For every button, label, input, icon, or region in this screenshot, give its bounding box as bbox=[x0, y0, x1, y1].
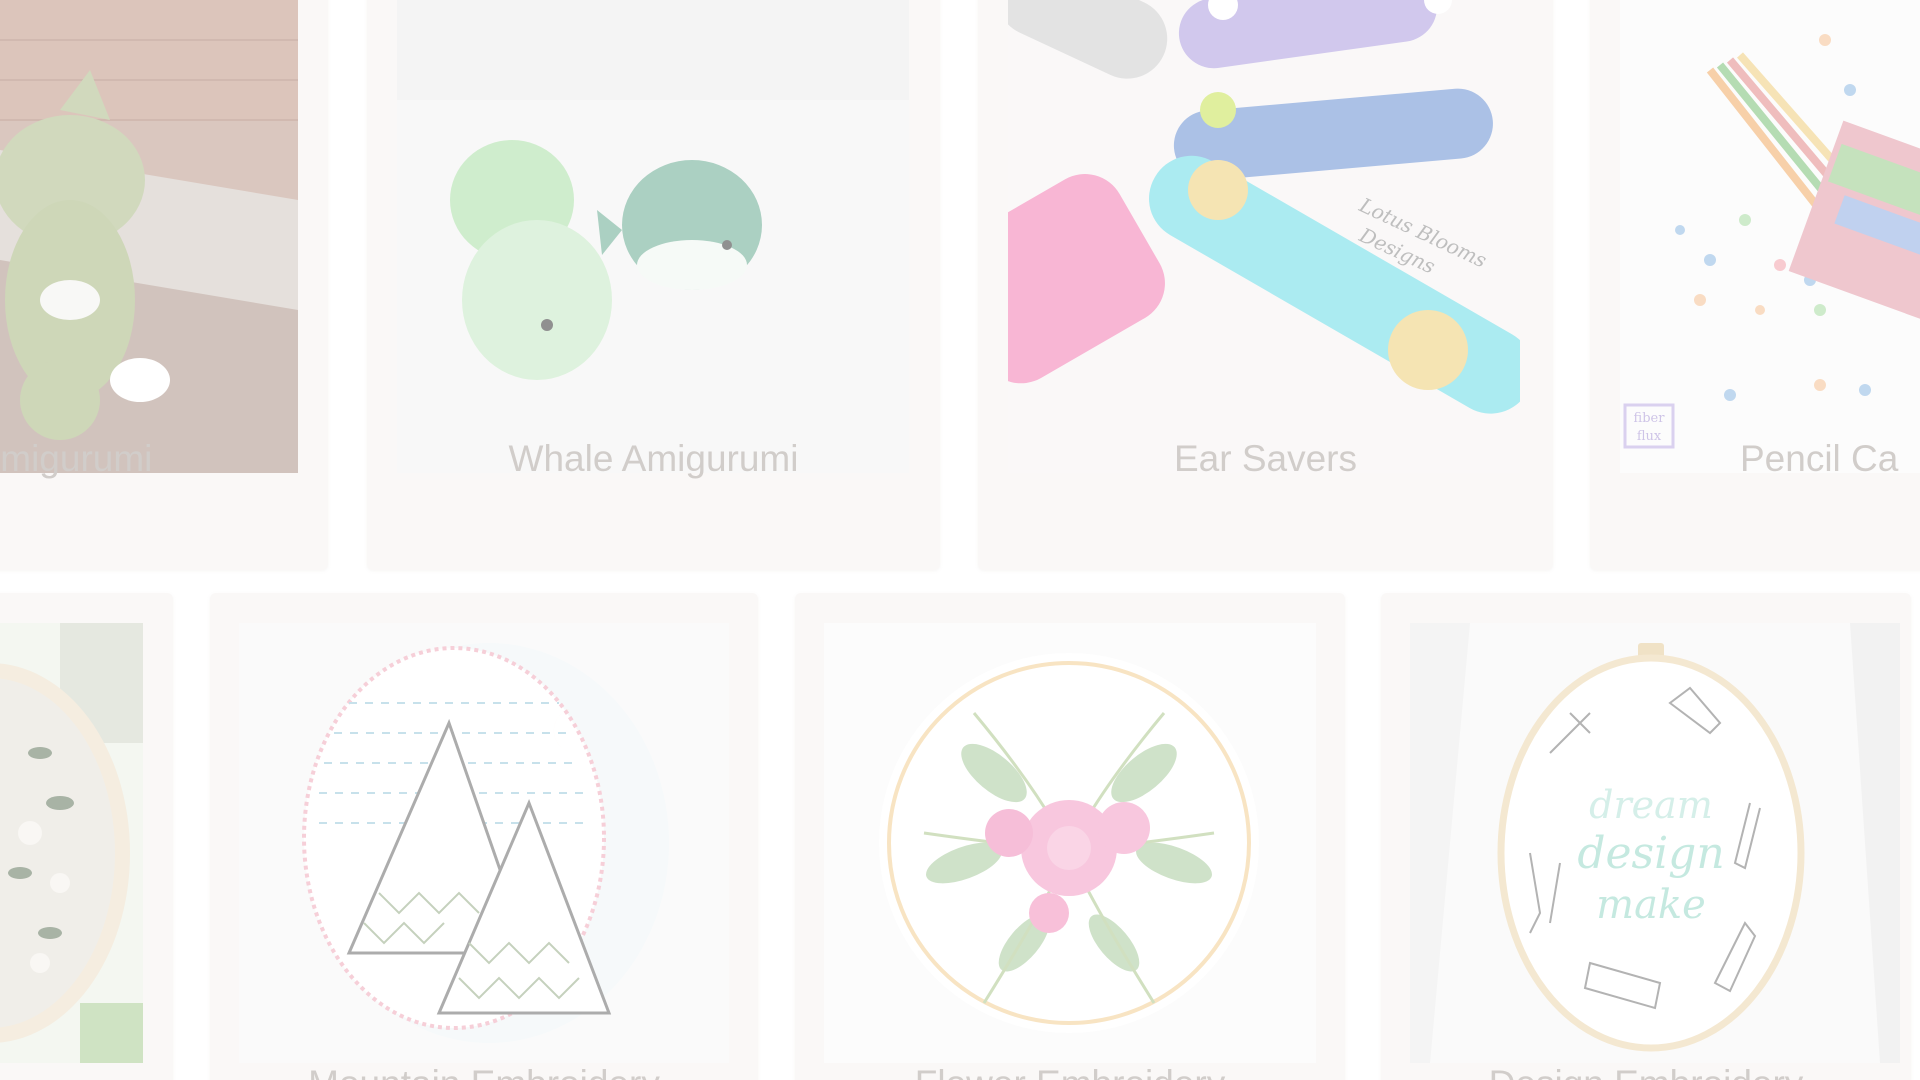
mountain-embroidery-image[interactable] bbox=[239, 623, 729, 1063]
project-card-title[interactable]: Mountain Embroidery bbox=[210, 1063, 758, 1080]
project-card-flower-embroidery[interactable]: Flower Embroidery bbox=[795, 593, 1345, 1080]
project-card-title[interactable]: Ear Savers bbox=[978, 438, 1553, 480]
svg-text:make: make bbox=[1596, 882, 1706, 928]
svg-text:dream: dream bbox=[1589, 783, 1713, 827]
project-card-title[interactable]: Flower Embroidery bbox=[795, 1063, 1345, 1080]
svg-text:design: design bbox=[1577, 828, 1724, 879]
project-card-mountain-embroidery[interactable]: Mountain Embroidery bbox=[210, 593, 758, 1080]
project-card-title[interactable]: Amigurumi bbox=[0, 438, 328, 480]
project-card-title[interactable]: Pencil Ca bbox=[1740, 438, 1920, 480]
project-card-title[interactable]: Design Embroidery bbox=[1381, 1063, 1911, 1080]
pencil-case-image[interactable]: fiber flux bbox=[1620, 0, 1920, 473]
floral-hoop-image[interactable] bbox=[0, 623, 143, 1063]
svg-text:fiber: fiber bbox=[1634, 411, 1666, 426]
project-card-title[interactable]: Whale Amigurumi bbox=[367, 438, 940, 480]
project-card-cat-amigurumi[interactable]: Amigurumi bbox=[0, 0, 328, 570]
cat-amigurumi-image[interactable] bbox=[0, 0, 298, 473]
project-card-whale-amigurumi[interactable]: Whale Amigurumi bbox=[367, 0, 940, 570]
svg-text:flux: flux bbox=[1637, 429, 1662, 444]
flower-embroidery-image[interactable] bbox=[824, 623, 1316, 1063]
project-card-floral-hoop[interactable] bbox=[0, 593, 173, 1080]
project-gallery: Amigurumi Whale Amigurumi bbox=[0, 0, 1920, 1080]
ear-savers-image[interactable]: Lotus Blooms Designs bbox=[1008, 0, 1520, 473]
whale-amigurumi-image[interactable] bbox=[397, 0, 909, 473]
design-embroidery-image[interactable]: dream design make bbox=[1410, 623, 1900, 1063]
project-card-pencil-case[interactable]: fiber flux Pencil Ca bbox=[1590, 0, 1920, 570]
project-card-ear-savers[interactable]: Lotus Blooms Designs Ear Savers bbox=[978, 0, 1553, 570]
project-card-design-embroidery[interactable]: dream design make Design Embroidery bbox=[1381, 593, 1911, 1080]
